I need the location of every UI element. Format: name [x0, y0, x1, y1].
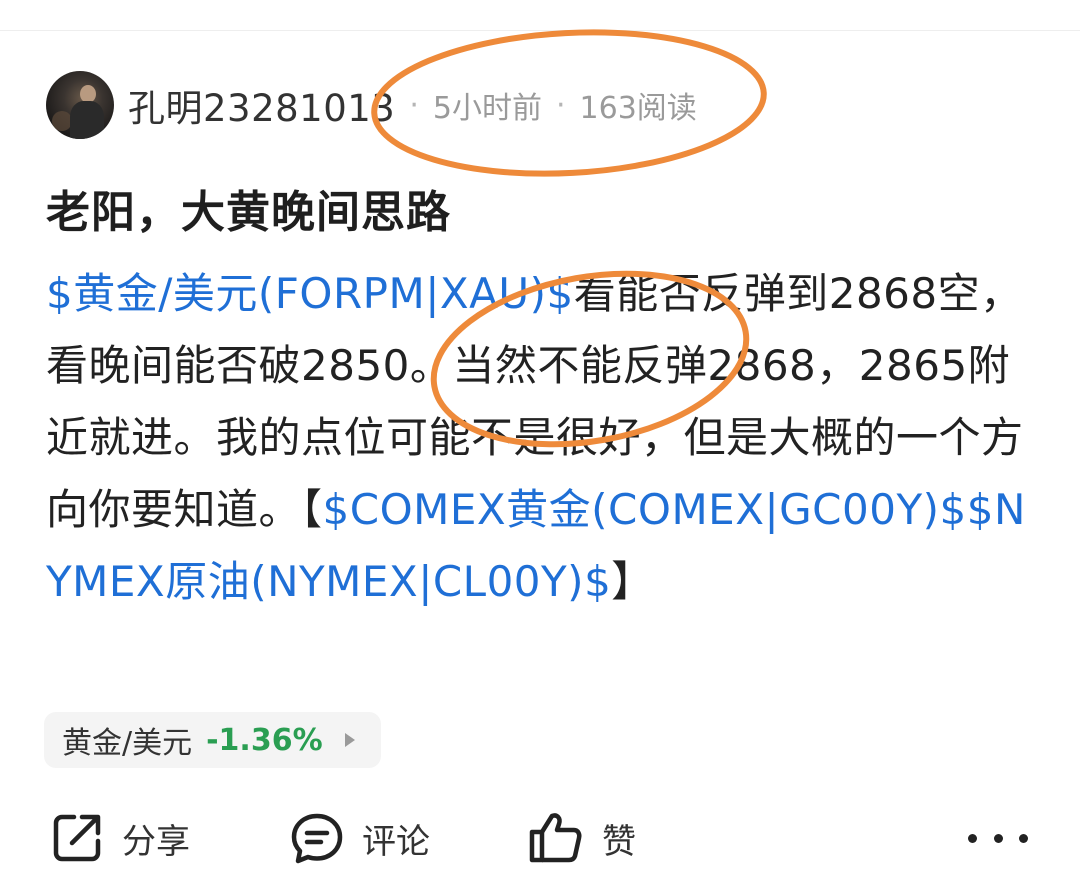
content-text-end: 】 [611, 557, 654, 606]
share-button[interactable]: 分享 [50, 808, 190, 868]
comment-button[interactable]: 评论 [290, 808, 430, 868]
read-count: 163阅读 [579, 91, 697, 126]
post-content: $黄金/美元(FORPM|XAU)$看能否反弹到2868空，看晚间能否破2850… [46, 258, 1026, 618]
comment-icon [291, 813, 343, 864]
post-time: 5小时前 [432, 91, 542, 126]
meta-separator: · [555, 87, 566, 123]
avatar[interactable] [46, 71, 114, 139]
post-title: 老阳，大黄晚间思路 [46, 187, 451, 238]
chevron-right-icon [344, 733, 355, 747]
author-name[interactable]: 孔明23281013 [128, 78, 395, 132]
like-button[interactable]: 赞 [528, 808, 636, 868]
comment-label: 评论 [362, 821, 430, 862]
stock-chip[interactable]: 黄金/美元 -1.36% [44, 712, 381, 768]
meta-separator: · [409, 87, 419, 123]
stock-chip-name: 黄金/美元 [62, 726, 193, 761]
share-label: 分享 [122, 821, 190, 862]
stock-tag-gold-usd[interactable]: $黄金/美元(FORPM|XAU)$ [46, 269, 574, 318]
stock-chip-change: -1.36% [206, 722, 323, 758]
post-header: 孔明23281013 · 5小时前 · 163阅读 [46, 70, 697, 140]
top-divider [0, 30, 1080, 31]
like-label: 赞 [602, 821, 636, 862]
like-icon [529, 813, 582, 863]
more-icon[interactable] [968, 826, 1028, 850]
stock-tag-comex-gold[interactable]: $COMEX黄金(COMEX|GC00Y)$ [323, 485, 967, 534]
share-icon [53, 814, 101, 862]
